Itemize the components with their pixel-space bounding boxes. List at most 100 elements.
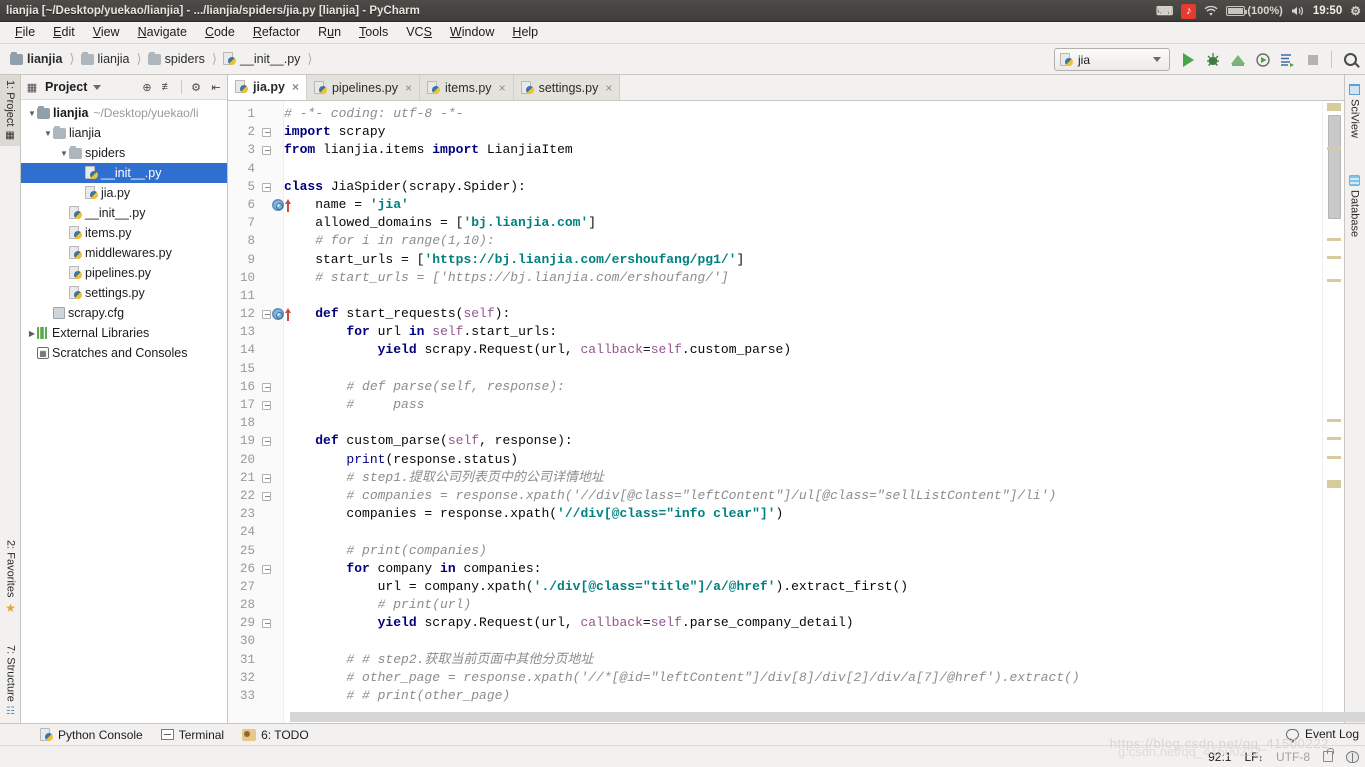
fold-marker[interactable] [258, 651, 280, 669]
editor-tab-pipelinespy[interactable]: pipelines.py × [306, 75, 421, 100]
line-separator[interactable]: LF↕ [1244, 750, 1263, 764]
debug-button[interactable] [1202, 48, 1224, 71]
tree-item-initpy[interactable]: __init__.py [21, 163, 227, 183]
code-line[interactable]: yield scrapy.Request(url, callback=self.… [284, 614, 1322, 632]
fold-toggle-icon[interactable] [262, 382, 271, 392]
run-button[interactable] [1177, 48, 1199, 71]
tree-item-jiapy[interactable]: jia.py [21, 183, 227, 203]
attach-to-process-button[interactable] [1277, 48, 1299, 71]
fold-toggle-icon[interactable] [262, 146, 271, 156]
code-line[interactable]: # other_page = response.xpath('//*[@id="… [284, 669, 1322, 687]
fold-marker[interactable] [258, 323, 280, 341]
code-line[interactable]: # step1.提取公司列表页中的公司详情地址 [284, 469, 1322, 487]
fold-toggle-icon[interactable] [262, 564, 271, 574]
sidebar-tab-structure[interactable]: 7: Structure ☷ [0, 640, 21, 722]
gear-icon[interactable]: ⚙ [189, 80, 203, 94]
tree-twisty[interactable]: ▼ [43, 129, 53, 138]
code-line[interactable]: # print(url) [284, 596, 1322, 614]
code-line[interactable]: print(response.status) [284, 451, 1322, 469]
fold-marker[interactable] [258, 560, 280, 578]
code-line[interactable]: # pass [284, 396, 1322, 414]
fold-toggle-icon[interactable] [262, 619, 271, 629]
tree-item-scrapycfg[interactable]: scrapy.cfg [21, 303, 227, 323]
caret-position[interactable]: 92:1 [1208, 750, 1231, 764]
editor-tab-jiapy[interactable]: jia.py × [228, 75, 307, 100]
fold-marker[interactable] [258, 341, 280, 359]
code-line[interactable]: # -*- coding: utf-8 -*- [284, 105, 1322, 123]
lock-icon[interactable] [1323, 748, 1334, 762]
menu-help[interactable]: Help [503, 23, 547, 42]
fold-marker[interactable] [258, 396, 280, 414]
menu-vcs[interactable]: VCS [397, 23, 441, 42]
editor-tab-itemspy[interactable]: items.py × [420, 75, 514, 100]
tree-item-ScratchesandConsoles[interactable]: ▦ Scratches and Consoles [21, 343, 227, 363]
tree-twisty[interactable]: ▶ [27, 329, 37, 338]
fold-marker[interactable] [258, 596, 280, 614]
tree-twisty[interactable]: ▼ [59, 149, 69, 158]
code-line[interactable]: # companies = response.xpath('//div[@cla… [284, 487, 1322, 505]
file-encoding[interactable]: UTF-8 [1276, 750, 1310, 764]
gear-icon[interactable]: ⚙ [1350, 5, 1361, 17]
fold-marker[interactable] [258, 287, 280, 305]
fold-marker[interactable] [258, 523, 280, 541]
fold-toggle-icon[interactable] [262, 128, 271, 138]
code-line[interactable]: def start_requests(self): [284, 305, 1322, 323]
code-line[interactable]: start_urls = ['https://bj.lianjia.com/er… [284, 251, 1322, 269]
menu-code[interactable]: Code [196, 23, 244, 42]
fold-marker[interactable] [258, 414, 280, 432]
code-line[interactable] [284, 523, 1322, 541]
music-icon[interactable]: ♪ [1181, 3, 1197, 19]
tree-item-settingspy[interactable]: settings.py [21, 283, 227, 303]
code-line[interactable]: url = company.xpath('./div[@class="title… [284, 578, 1322, 596]
sidebar-tab-favorites[interactable]: 2: Favorites ★ [0, 535, 21, 620]
fold-marker[interactable] [258, 469, 280, 487]
toolwindow-python-console[interactable]: Python Console [40, 727, 143, 742]
code-line[interactable]: import scrapy [284, 123, 1322, 141]
fold-toggle-icon[interactable] [262, 401, 271, 410]
toolwindow-todo[interactable]: 6: TODO [242, 728, 309, 742]
fold-marker[interactable] [258, 251, 280, 269]
fold-marker[interactable] [258, 632, 280, 650]
clock[interactable]: 19:50 [1313, 5, 1342, 17]
menu-view[interactable]: View [84, 23, 129, 42]
editor-content[interactable]: 1 2 3 4 5 6 7 8 9 10 11 12 13 14 15 16 17 18 19 20 21 22 23 24 2… [228, 101, 1365, 723]
fold-marker[interactable] [258, 105, 280, 123]
code-line[interactable]: # # step2.获取当前页面中其他分页地址 [284, 651, 1322, 669]
code-line[interactable]: # for i in range(1,10): [284, 232, 1322, 250]
hide-panel-icon[interactable]: ⇤ [209, 80, 223, 94]
fold-marker[interactable] [258, 432, 280, 450]
wifi-icon[interactable] [1204, 5, 1218, 17]
code-line[interactable]: for company in companies: [284, 560, 1322, 578]
fold-marker[interactable] [258, 378, 280, 396]
fold-marker[interactable] [258, 687, 280, 705]
fold-marker[interactable] [258, 160, 280, 178]
code-line[interactable]: # print(companies) [284, 542, 1322, 560]
editor-marker-gutter[interactable] [1322, 101, 1344, 723]
fold-marker[interactable] [258, 669, 280, 687]
fold-marker[interactable] [258, 214, 280, 232]
stop-button[interactable] [1302, 48, 1324, 71]
code-line[interactable] [284, 160, 1322, 178]
breadcrumb-item-3[interactable]: __init__.py [221, 51, 302, 67]
editor-gutter[interactable]: 1 2 3 4 5 6 7 8 9 10 11 12 13 14 15 16 17 18 19 20 21 22 23 24 2… [228, 101, 291, 723]
run-configuration-selector[interactable]: jia [1054, 48, 1170, 71]
fold-marker[interactable] [258, 505, 280, 523]
menu-navigate[interactable]: Navigate [129, 23, 196, 42]
code-line[interactable] [284, 360, 1322, 378]
fold-marker[interactable] [258, 542, 280, 560]
tree-item-middlewarespy[interactable]: middlewares.py [21, 243, 227, 263]
sidebar-tab-database[interactable]: Database [1344, 170, 1365, 242]
fold-marker[interactable] [258, 360, 280, 378]
menu-tools[interactable]: Tools [350, 23, 397, 42]
fold-marker[interactable] [258, 305, 291, 323]
code-line[interactable]: def custom_parse(self, response): [284, 432, 1322, 450]
code-line[interactable]: allowed_domains = ['bj.lianjia.com'] [284, 214, 1322, 232]
fold-marker[interactable] [258, 487, 280, 505]
breadcrumb-item-2[interactable]: spiders [146, 51, 207, 67]
code-line[interactable]: # start_urls = ['https://bj.lianjia.com/… [284, 269, 1322, 287]
editor-tab-settingspy[interactable]: settings.py × [513, 75, 621, 100]
breadcrumb-item-1[interactable]: lianjia [79, 51, 132, 67]
code-text[interactable]: # -*- coding: utf-8 -*- import scrapy from… [284, 105, 1322, 723]
code-folding-column[interactable] [258, 105, 291, 705]
sidebar-tab-sciview[interactable]: SciView [1344, 79, 1365, 143]
